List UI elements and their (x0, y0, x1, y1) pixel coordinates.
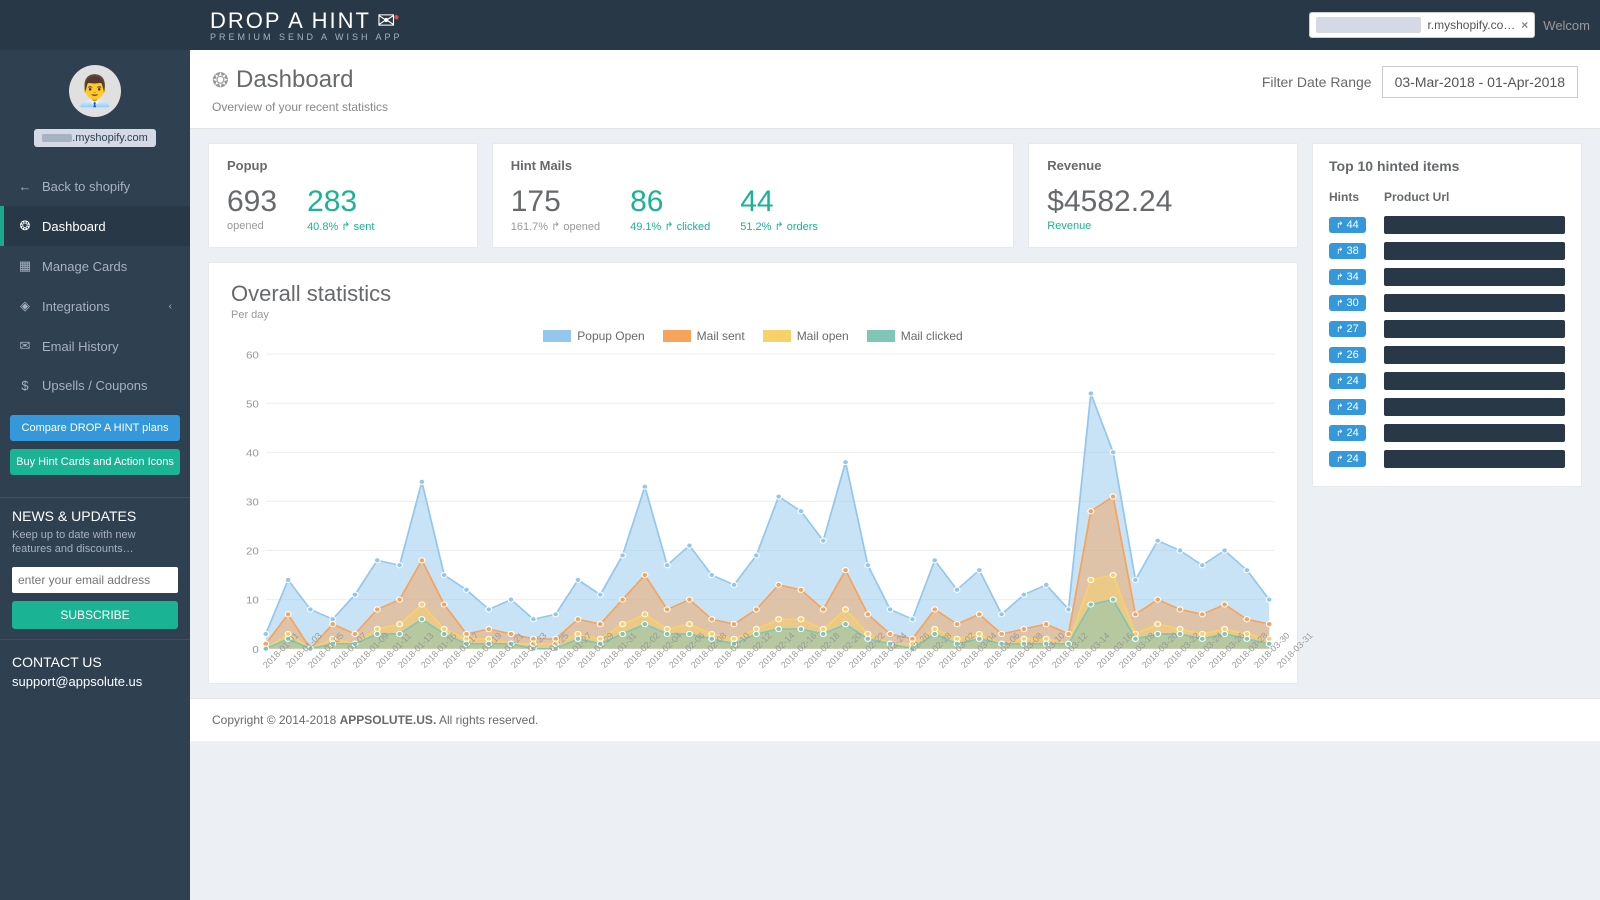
svg-text:0: 0 (252, 644, 258, 655)
close-icon[interactable]: × (1521, 18, 1528, 32)
hint-count-badge: ↱24 (1329, 399, 1366, 415)
main-content: ❂Dashboard Overview of your recent stati… (190, 50, 1600, 900)
diamond-icon: ◈ (18, 298, 32, 314)
nav-upsells[interactable]: $Upsells / Coupons (0, 366, 190, 405)
gauge-icon: ❂ (212, 68, 226, 93)
nav-back[interactable]: ←Back to shopify (0, 167, 190, 206)
page-subtitle: Overview of your recent statistics (212, 100, 388, 114)
news-title: NEWS & UPDATES (12, 508, 178, 524)
svg-text:60: 60 (246, 350, 259, 361)
card-hint-mails: Hint Mails 175161.7% ↱ opened 8649.1% ↱ … (492, 143, 1015, 248)
nav: ←Back to shopify ❂Dashboard ▦Manage Card… (0, 167, 190, 405)
chevron-left-icon: ‹ (169, 301, 172, 312)
profile-block: 👨‍💼 .myshopify.com (0, 50, 190, 157)
date-filter: Filter Date Range 03-Mar-2018 - 01-Apr-2… (1262, 66, 1578, 98)
hint-count-badge: ↱38 (1329, 243, 1366, 259)
date-range-picker[interactable]: 03-Mar-2018 - 01-Apr-2018 (1382, 66, 1578, 98)
arrow-left-icon: ← (18, 179, 32, 194)
mail-icon: ✉ (18, 338, 32, 354)
newsletter-email-input[interactable] (12, 567, 178, 593)
contact-email-link[interactable]: support@appsolute.us (12, 674, 142, 689)
table-row: ↱26 (1329, 342, 1565, 368)
table-row: ↱27 (1329, 316, 1565, 342)
chart-title: Overall statistics (231, 281, 1275, 307)
product-url-bar[interactable] (1384, 450, 1565, 468)
gauge-icon: ❂ (18, 218, 32, 234)
svg-text:10: 10 (246, 595, 259, 606)
svg-text:30: 30 (246, 497, 259, 508)
buy-cards-button[interactable]: Buy Hint Cards and Action Icons (10, 449, 180, 475)
table-row: ↱24 (1329, 368, 1565, 394)
hint-count-badge: ↱34 (1329, 269, 1366, 285)
svg-text:40: 40 (246, 448, 259, 459)
svg-text:20: 20 (246, 546, 259, 557)
svg-text:50: 50 (246, 399, 259, 410)
product-url-bar[interactable] (1384, 320, 1565, 338)
nav-dashboard[interactable]: ❂Dashboard (0, 206, 190, 246)
product-url-bar[interactable] (1384, 424, 1565, 442)
product-url-bar[interactable] (1384, 242, 1565, 260)
compare-plans-button[interactable]: Compare DROP A HINT plans (10, 415, 180, 441)
shop-selector[interactable]: r.myshopify.co…× (1309, 12, 1535, 38)
welcome-text: Welcom (1543, 18, 1590, 33)
chart-card: Overall statistics Per day Popup Open Ma… (208, 262, 1298, 684)
subscribe-button[interactable]: SUBSCRIBE (12, 601, 178, 629)
nav-email-history[interactable]: ✉Email History (0, 326, 190, 366)
nav-integrations[interactable]: ◈Integrations‹ (0, 286, 190, 326)
topbar: DROP A HINT✉● PREMIUM SEND A WISH APP r.… (0, 0, 1600, 50)
footer: Copyright © 2014-2018 APPSOLUTE.US. All … (190, 698, 1600, 741)
hint-count-badge: ↱24 (1329, 425, 1366, 441)
product-url-bar[interactable] (1384, 372, 1565, 390)
card-revenue: Revenue $4582.24Revenue (1028, 143, 1298, 248)
contact-block: CONTACT US support@appsolute.us (0, 639, 190, 703)
top10-card: Top 10 hinted items HintsProduct Url ↱44… (1312, 143, 1582, 487)
table-row: ↱30 (1329, 290, 1565, 316)
shop-badge: .myshopify.com (34, 129, 156, 147)
hint-count-badge: ↱30 (1329, 295, 1366, 311)
news-body: Keep up to date with new features and di… (12, 528, 178, 557)
product-url-bar[interactable] (1384, 268, 1565, 286)
table-row: ↱34 (1329, 264, 1565, 290)
sidebar: 👨‍💼 .myshopify.com ←Back to shopify ❂Das… (0, 50, 190, 900)
filter-label: Filter Date Range (1262, 74, 1372, 90)
card-popup: Popup 693opened 28340.8% ↱ sent (208, 143, 478, 248)
hint-count-badge: ↱24 (1329, 451, 1366, 467)
table-row: ↱24 (1329, 446, 1565, 472)
product-url-bar[interactable] (1384, 346, 1565, 364)
product-url-bar[interactable] (1384, 294, 1565, 312)
hint-count-badge: ↱44 (1329, 217, 1366, 233)
avatar: 👨‍💼 (69, 65, 121, 117)
hint-count-badge: ↱27 (1329, 321, 1366, 337)
table-row: ↱24 (1329, 420, 1565, 446)
nav-manage-cards[interactable]: ▦Manage Cards (0, 246, 190, 286)
product-url-bar[interactable] (1384, 398, 1565, 416)
product-url-bar[interactable] (1384, 216, 1565, 234)
grid-icon: ▦ (18, 258, 32, 274)
news-block: NEWS & UPDATES Keep up to date with new … (0, 497, 190, 639)
dollar-icon: $ (18, 378, 32, 393)
envelope-icon: ✉● (377, 8, 405, 34)
page-title: ❂Dashboard (212, 66, 388, 94)
table-row: ↱24 (1329, 394, 1565, 420)
brand-logo: DROP A HINT✉● PREMIUM SEND A WISH APP (210, 8, 405, 42)
table-row: ↱44 (1329, 212, 1565, 238)
hint-count-badge: ↱24 (1329, 373, 1366, 389)
table-row: ↱38 (1329, 238, 1565, 264)
hint-count-badge: ↱26 (1329, 347, 1366, 363)
chart-xaxis: 2018-01-012018-01-032018-01-052018-01-07… (231, 663, 1275, 673)
contact-title: CONTACT US (12, 654, 178, 670)
chart-legend: Popup Open Mail sent Mail open Mail clic… (231, 329, 1275, 343)
page-header: ❂Dashboard Overview of your recent stati… (190, 50, 1600, 129)
chart-canvas: 0 10 20 30 40 50 60 (231, 349, 1275, 659)
